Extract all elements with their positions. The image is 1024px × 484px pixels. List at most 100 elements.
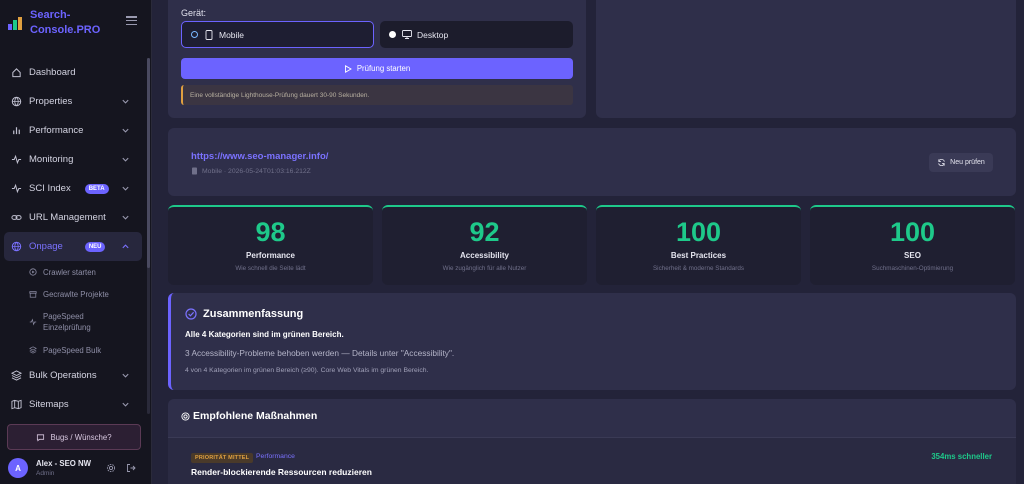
brand-name: Search- Console.PRO [30,9,101,36]
refresh-icon [938,159,945,166]
duration-hint: Eine vollständige Lighthouse-Prüfung dau… [181,85,573,105]
score-title: SEO [904,251,921,260]
empty-panel [596,0,1016,118]
user-profile[interactable]: A Alex - SEO NW Admin [8,458,91,478]
start-check-label: Prüfung starten [356,64,411,73]
score-title: Best Practices [670,251,727,260]
sidebar-subitem-label: Gecrawlte Projekte [43,289,109,299]
recheck-button[interactable]: Neu prüfen [929,153,993,172]
sidebar-item-performance[interactable]: Performance [0,116,146,145]
score-card-seo: 100 SEO Suchmaschinen-Optimierung [810,205,1015,285]
sidebar-item-monitoring[interactable]: Monitoring [0,145,146,174]
recommendation-item[interactable]: PRIORITÄT MITTEL Performance 354ms schne… [168,438,1016,484]
sidebar-nav: Dashboard Properties Performance Monitor… [0,58,146,419]
result-url-link[interactable]: https://www.seo-manager.info/ [191,151,328,162]
sidebar-subitem-pagespeed-bulk[interactable]: PageSpeed Bulk [0,339,146,361]
sidebar-item-label: Dashboard [29,67,76,78]
check-circle-icon [185,308,197,320]
layers-icon [11,370,22,381]
score-subtitle: Sicherheit & moderne Standards [652,265,744,272]
summary-card: Zusammenfassung Alle 4 Kategorien sind i… [168,293,1016,390]
start-check-button[interactable]: Prüfung starten [181,58,573,79]
score-subtitle: Wie zugänglich für alle Nutzer [442,265,527,272]
sidebar-item-sitemaps[interactable]: Sitemaps [0,390,146,419]
score-subtitle: Suchmaschinen-Optimierung [871,265,954,272]
recheck-label: Neu prüfen [950,159,985,166]
user-role: Admin [36,470,55,477]
chevron-down-icon [122,373,129,378]
sidebar-item-onpage[interactable]: Onpage NEU [4,232,142,261]
sidebar-subitem-projects[interactable]: Gecrawlte Projekte [0,283,146,305]
brand[interactable]: Search- Console.PRO [8,8,110,38]
bugs-feedback-label: Bugs / Wünsche? [50,432,112,442]
chevron-down-icon [122,402,129,407]
chevron-down-icon [122,186,129,191]
priority-badge: PRIORITÄT MITTEL [191,453,254,463]
summary-title: Zusammenfassung [203,308,304,320]
score-value: 92 [469,217,500,247]
score-card-performance: 98 Performance Wie schnell die Seite läd… [168,205,373,285]
sidebar-item-sci-index[interactable]: SCI Index BETA [0,174,146,203]
play-circle-icon [29,268,37,276]
chevron-down-icon [122,99,129,104]
sidebar-subitem-pagespeed-single[interactable]: PageSpeed Einzelprüfung [0,305,146,339]
recommendation-title: Render-blockierende Ressourcen reduziere… [191,467,372,477]
archive-icon [29,290,37,298]
sidebar-item-url-management[interactable]: URL Management [0,203,146,232]
avatar: A [8,458,28,478]
score-card-best-practices: 100 Best Practices Sicherheit & moderne … [596,205,801,285]
recommendation-gain: 354ms schneller [931,452,992,461]
user-actions [105,462,136,473]
play-icon [344,64,352,73]
globe-icon [11,241,22,252]
device-option-label: Mobile [219,29,245,40]
radio-unselected [389,31,396,38]
chevron-up-icon [122,244,129,249]
sidebar-subitem-crawler[interactable]: Crawler starten [0,261,146,283]
device-label: Gerät: [181,8,207,18]
device-select-card: Gerät: Mobile Desktop Prüfung starten Ei… [168,0,586,118]
sidebar-item-bulk-operations[interactable]: Bulk Operations [0,361,146,390]
logo-icon [8,16,22,30]
sidebar-scrollbar[interactable] [147,58,150,414]
bar-chart-icon [11,125,22,136]
sidebar-subitem-label: Crawler starten [43,267,96,277]
beta-badge: BETA [84,183,109,194]
summary-line-2: 3 Accessibility-Probleme behoben werden … [185,348,455,358]
score-card-accessibility: 92 Accessibility Wie zugänglich für alle… [382,205,587,285]
target-icon [181,411,190,421]
score-subtitle: Wie schnell die Seite lädt [235,265,306,272]
sidebar-item-label: Performance [29,125,84,136]
home-icon [11,67,22,78]
sidebar-item-label: Monitoring [29,154,74,165]
sidebar-item-properties[interactable]: Properties [0,87,146,116]
activity-icon [11,154,22,165]
message-icon [37,433,45,441]
layers-icon [29,346,37,354]
radio-selected [191,31,198,38]
chevron-down-icon [122,215,129,220]
device-option-desktop[interactable]: Desktop [380,21,573,48]
sidebar-item-label: Bulk Operations [29,370,97,381]
summary-heading: Zusammenfassung [185,308,303,320]
sidebar-item-label: Properties [29,96,73,107]
link-icon [11,212,22,223]
menu-toggle-icon[interactable] [126,16,137,25]
activity-icon [11,183,22,194]
sidebar-item-dashboard[interactable]: Dashboard [0,58,146,87]
device-option-mobile[interactable]: Mobile [181,21,374,48]
score-title: Accessibility [460,251,509,260]
recommendation-category: Performance [256,453,295,460]
gear-icon[interactable] [105,462,116,473]
recommendations-heading: Empfohlene Maßnahmen [181,410,317,422]
summary-line-1: Alle 4 Kategorien sind im grünen Bereich… [185,330,344,339]
chevron-down-icon [122,157,129,162]
user-name: Alex - SEO NW [36,459,92,468]
result-meta-text: Mobile · 2026-05-24T01:03:16.212Z [202,167,311,175]
logout-icon[interactable] [125,462,136,473]
sidebar-item-label: SCI Index [29,183,71,194]
device-option-label: Desktop [417,29,449,40]
bugs-feedback-button[interactable]: Bugs / Wünsche? [7,424,141,450]
sidebar: Search- Console.PRO Dashboard Properties… [0,0,152,484]
chevron-down-icon [122,128,129,133]
